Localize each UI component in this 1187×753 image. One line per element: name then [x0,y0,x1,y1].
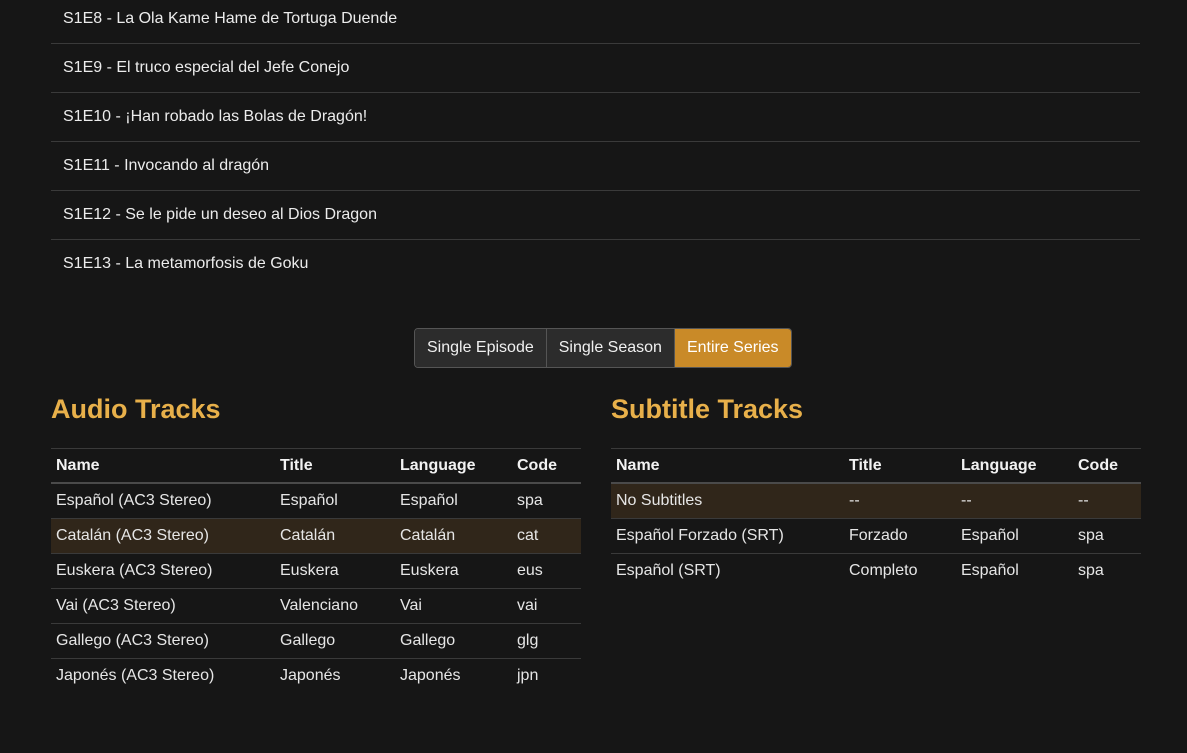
column-header-title: Title [275,448,395,484]
single-episode-button[interactable]: Single Episode [415,329,547,367]
episode-item[interactable]: S1E8 - La Ola Kame Hame de Tortuga Duend… [51,0,1140,44]
subtitle-track-row[interactable]: Español (SRT) Completo Español spa [611,554,1141,589]
audio-track-row[interactable]: Vai (AC3 Stereo) Valenciano Vai vai [51,588,581,624]
episode-item[interactable]: S1E12 - Se le pide un deseo al Dios Drag… [51,191,1140,240]
track-title-cell: Japonés [280,667,341,684]
track-title-cell: Completo [849,562,918,579]
track-code-cell: -- [1073,483,1141,519]
track-name-cell: Japonés (AC3 Stereo) [56,667,215,684]
column-header-code: Code [1073,448,1141,484]
track-name-cell: Español Forzado (SRT) [611,518,844,554]
table-header-row: Name Title Language Code [611,448,1141,484]
track-language-cell: Vai [395,588,512,624]
track-code-cell: eus [512,553,581,589]
episode-list: S1E8 - La Ola Kame Hame de Tortuga Duend… [51,0,1140,288]
track-title-cell: Catalán [275,518,395,554]
subtitle-tracks-section: Subtitle Tracks Name Title Language Code… [611,390,1141,588]
track-title-cell: Euskera [275,553,395,589]
track-name-cell: Gallego (AC3 Stereo) [51,623,275,659]
entire-series-button[interactable]: Entire Series [674,329,791,367]
episode-item[interactable]: S1E9 - El truco especial del Jefe Conejo [51,44,1140,93]
audio-tracks-heading: Audio Tracks [51,394,221,424]
track-language-cell: Español [395,483,512,519]
track-title-cell: -- [844,483,956,519]
column-header-title: Title [844,448,956,484]
episode-item[interactable]: S1E11 - Invocando al dragón [51,142,1140,191]
subtitle-track-row[interactable]: Español Forzado (SRT) Forzado Español spa [611,518,1141,554]
track-language-cell: Japonés [400,667,461,684]
column-header-name: Name [51,448,275,484]
track-name-cell: Español (SRT) [616,562,721,579]
track-code-cell: vai [512,588,581,624]
track-title-cell: Gallego [275,623,395,659]
track-name-cell: Español (AC3 Stereo) [51,483,275,519]
subtitle-track-row[interactable]: No Subtitles -- -- -- [611,483,1141,519]
track-title-cell: Español [275,483,395,519]
audio-track-row[interactable]: Gallego (AC3 Stereo) Gallego Gallego glg [51,623,581,659]
column-header-code: Code [512,448,581,484]
track-title-cell: Valenciano [275,588,395,624]
audio-track-row[interactable]: Español (AC3 Stereo) Español Español spa [51,483,581,519]
column-header-name: Name [611,448,844,484]
subtitle-tracks-table: Name Title Language Code No Subtitles -- -… [611,448,1141,588]
track-name-cell: Catalán (AC3 Stereo) [51,518,275,554]
track-language-cell: -- [956,483,1073,519]
track-title-cell: Forzado [844,518,956,554]
track-code-cell: glg [512,623,581,659]
track-name-cell: No Subtitles [611,483,844,519]
track-language-cell: Español [961,562,1019,579]
audio-tracks-table: Name Title Language Code Español (AC3 St… [51,448,581,693]
track-code-cell: spa [1078,562,1104,579]
track-code-cell: jpn [517,667,539,684]
scope-toggle-group: Single Episode Single Season Entire Seri… [414,328,792,368]
audio-track-row[interactable]: Euskera (AC3 Stereo) Euskera Euskera eus [51,553,581,589]
track-name-cell: Euskera (AC3 Stereo) [51,553,275,589]
column-header-language: Language [395,448,512,484]
track-language-cell: Gallego [395,623,512,659]
page: S1E8 - La Ola Kame Hame de Tortuga Duend… [0,0,1187,753]
column-header-language: Language [956,448,1073,484]
track-language-cell: Español [956,518,1073,554]
single-season-button[interactable]: Single Season [546,329,675,367]
episode-item[interactable]: S1E13 - La metamorfosis de Goku [51,240,1140,288]
track-code-cell: spa [512,483,581,519]
track-code-cell: spa [1073,518,1141,554]
subtitle-tracks-heading: Subtitle Tracks [611,394,804,424]
track-language-cell: Euskera [395,553,512,589]
audio-tracks-section: Audio Tracks Name Title Language Code Es… [51,390,581,693]
track-language-cell: Catalán [395,518,512,554]
track-code-cell: cat [512,518,581,554]
table-header-row: Name Title Language Code [51,448,581,484]
audio-track-row[interactable]: Catalán (AC3 Stereo) Catalán Catalán cat [51,518,581,554]
audio-track-row[interactable]: Japonés (AC3 Stereo) Japonés Japonés jpn [51,659,581,694]
track-name-cell: Vai (AC3 Stereo) [51,588,275,624]
episode-item[interactable]: S1E10 - ¡Han robado las Bolas de Dragón! [51,93,1140,142]
